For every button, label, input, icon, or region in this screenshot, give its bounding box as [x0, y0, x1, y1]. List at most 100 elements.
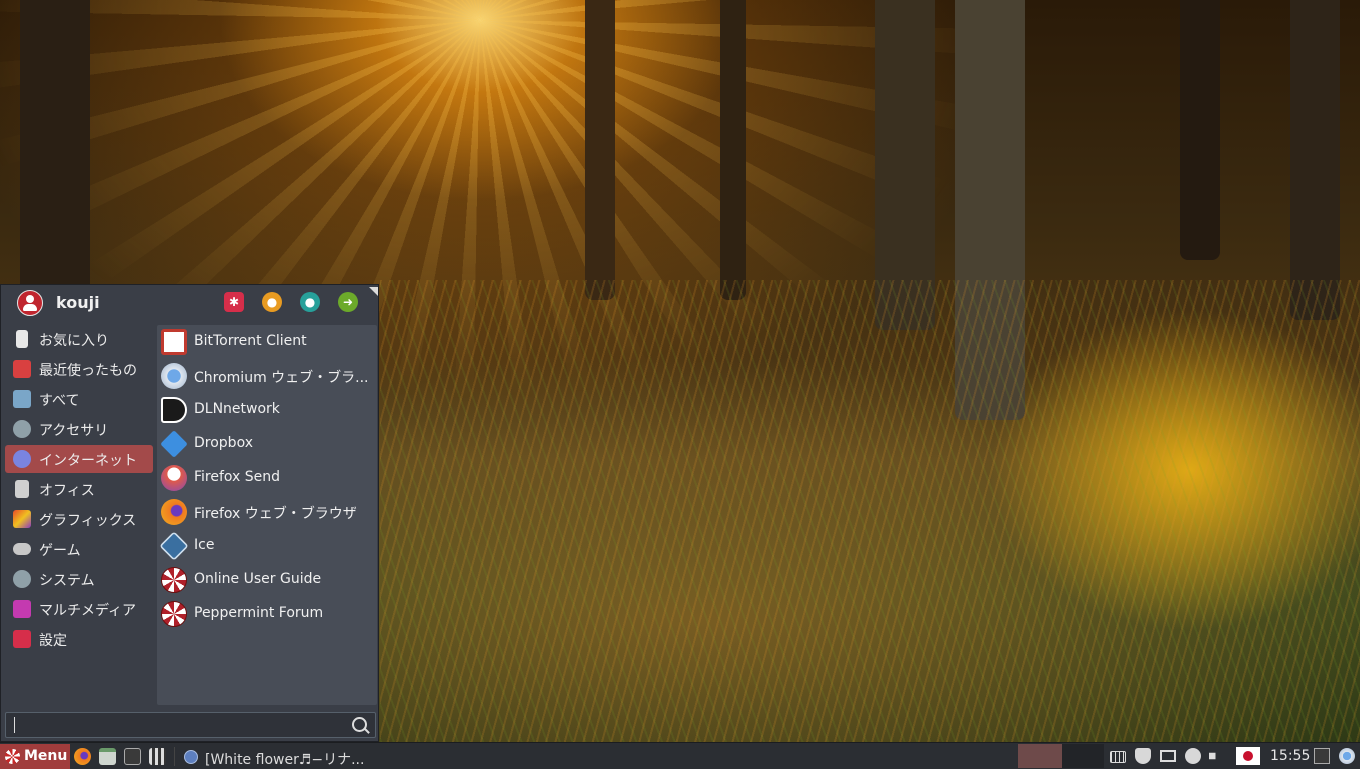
category-label: グラフィックス	[39, 513, 137, 529]
lock-screen-button[interactable]: ●	[262, 292, 282, 312]
ice-icon	[159, 531, 189, 561]
tree-trunk	[1290, 0, 1340, 320]
category-recent[interactable]: 最近使ったもの	[5, 355, 153, 383]
app-label: Chromium ウェブ・ブラ...	[194, 370, 369, 386]
bookmark-icon	[16, 330, 28, 348]
category-label: システム	[39, 573, 95, 589]
workspace-1[interactable]	[1018, 744, 1062, 768]
window-title: [White flower♬−リナ...	[205, 752, 365, 768]
settings-button[interactable]: ✱	[224, 292, 244, 312]
network-icon[interactable]	[1185, 748, 1201, 764]
grass-texture	[380, 280, 1360, 742]
menu-button[interactable]: Menu	[0, 744, 70, 769]
peppermint-logo-icon	[5, 749, 20, 764]
app-peppermint-forum[interactable]: Peppermint Forum	[157, 597, 377, 631]
bittorrent-icon	[161, 329, 187, 355]
settings-icon	[13, 630, 31, 648]
application-list: BitTorrent Client Chromium ウェブ・ブラ... DLN…	[157, 325, 377, 705]
category-label: 設定	[39, 633, 67, 649]
document-icon	[15, 480, 29, 498]
firefox-icon	[161, 499, 187, 525]
workspace-2[interactable]	[1062, 744, 1104, 768]
username: kouji	[56, 293, 100, 312]
category-settings[interactable]: 設定	[5, 625, 153, 653]
category-accessories[interactable]: アクセサリ	[5, 415, 153, 443]
media-player-icon[interactable]	[149, 748, 166, 765]
taskbar: Menu [White flower♬−リナ... 15:55	[0, 742, 1360, 769]
shield-icon[interactable]	[1135, 748, 1151, 764]
app-dlnnetwork[interactable]: DLNnetwork	[157, 393, 377, 427]
category-internet[interactable]: インターネット	[5, 445, 153, 473]
tree-trunk	[1180, 0, 1220, 260]
category-multimedia[interactable]: マルチメディア	[5, 595, 153, 623]
taskbar-window-button[interactable]: [White flower♬−リナ...	[180, 744, 380, 769]
logout-button[interactable]: ➜	[338, 292, 358, 312]
clock[interactable]: 15:55	[1270, 748, 1310, 764]
app-label: Online User Guide	[194, 571, 322, 587]
chromium-icon	[161, 363, 187, 389]
japan-flag-icon[interactable]	[1236, 747, 1260, 765]
keyboard-icon[interactable]	[1110, 751, 1126, 763]
category-all[interactable]: すべて	[5, 385, 153, 413]
user-avatar[interactable]	[17, 290, 43, 316]
app-label: Firefox ウェブ・ブラウザ	[194, 506, 357, 522]
app-label: Dropbox	[194, 435, 253, 451]
media-icon	[13, 600, 31, 618]
firefox-icon[interactable]	[74, 748, 91, 765]
category-label: お気に入り	[39, 333, 109, 349]
app-firefox-send[interactable]: Firefox Send	[157, 461, 377, 495]
app-online-user-guide[interactable]: Online User Guide	[157, 563, 377, 597]
category-office[interactable]: オフィス	[5, 475, 153, 503]
app-dropbox[interactable]: Dropbox	[157, 427, 377, 461]
app-bittorrent[interactable]: BitTorrent Client	[157, 325, 377, 359]
resize-corner-icon[interactable]	[369, 287, 378, 296]
terminal-icon[interactable]	[124, 748, 141, 765]
dlnnetwork-icon	[161, 397, 187, 423]
category-system[interactable]: システム	[5, 565, 153, 593]
text-caret	[14, 717, 15, 733]
chromium-icon[interactable]	[1339, 748, 1355, 764]
tree-trunk	[585, 0, 615, 300]
gear-icon	[13, 570, 31, 588]
app-label: BitTorrent Client	[194, 333, 307, 349]
switch-user-button[interactable]: ●	[300, 292, 320, 312]
category-games[interactable]: ゲーム	[5, 535, 153, 563]
search-box	[5, 712, 376, 738]
app-label: DLNnetwork	[194, 401, 280, 417]
tree-trunk	[20, 0, 90, 300]
chromium-icon	[184, 750, 198, 764]
app-ice[interactable]: Ice	[157, 529, 377, 563]
display-icon[interactable]	[1160, 750, 1176, 762]
file-manager-icon[interactable]	[99, 748, 116, 765]
volume-icon[interactable]	[1209, 748, 1222, 764]
clock-icon	[13, 360, 31, 378]
menu-header: kouji ✱ ● ● ➜	[1, 285, 380, 323]
category-label: ゲーム	[39, 543, 81, 559]
dropbox-icon	[160, 430, 188, 458]
graphics-icon	[13, 510, 31, 528]
category-graphics[interactable]: グラフィックス	[5, 505, 153, 533]
search-icon[interactable]	[352, 717, 367, 732]
app-chromium[interactable]: Chromium ウェブ・ブラ...	[157, 359, 377, 393]
taskbar-separator	[174, 747, 175, 766]
category-label: 最近使ったもの	[39, 363, 137, 379]
tree-trunk	[720, 0, 746, 300]
peppermint-icon	[161, 601, 187, 627]
category-label: オフィス	[39, 483, 95, 499]
terminal-icon[interactable]	[1314, 748, 1330, 764]
peppermint-icon	[161, 567, 187, 593]
category-label: マルチメディア	[39, 603, 137, 619]
app-label: Peppermint Forum	[194, 605, 324, 621]
all-apps-icon	[13, 390, 31, 408]
category-label: アクセサリ	[39, 423, 109, 439]
gear-icon	[13, 420, 31, 438]
app-firefox[interactable]: Firefox ウェブ・ブラウザ	[157, 495, 377, 529]
gamepad-icon	[13, 543, 31, 555]
category-label: すべて	[39, 393, 80, 409]
search-input[interactable]	[8, 715, 342, 737]
category-favorites[interactable]: お気に入り	[5, 325, 153, 353]
category-list: お気に入り 最近使ったもの すべて アクセサリ インターネット オフィス グラフ…	[5, 325, 153, 655]
app-label: Ice	[194, 537, 215, 553]
menu-button-label: Menu	[24, 748, 68, 764]
category-label: インターネット	[39, 453, 137, 469]
